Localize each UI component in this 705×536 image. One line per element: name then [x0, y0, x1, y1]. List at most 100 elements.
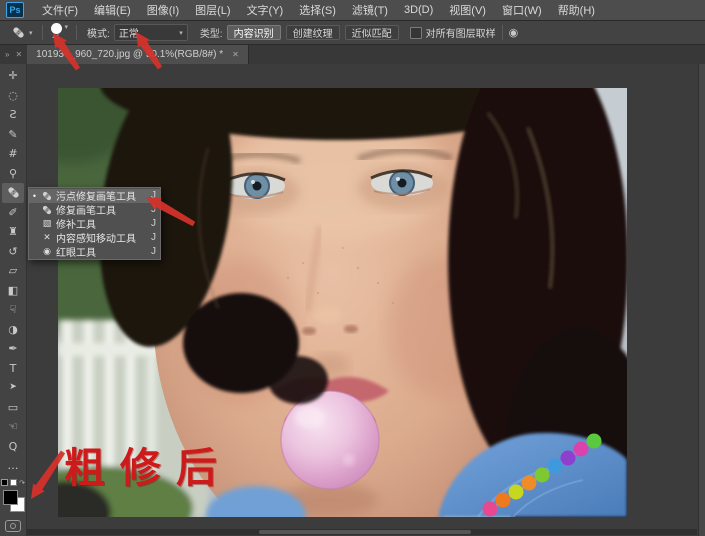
more-icon: …: [7, 459, 19, 473]
divider: [41, 25, 43, 40]
menu-bar: Ps 文件(F) 编辑(E) 图像(I) 图层(L) 文字(Y) 选择(S) 滤…: [0, 0, 705, 21]
eyedropper-tool[interactable]: ⚲: [2, 164, 24, 184]
history-brush-icon: ↺: [8, 244, 18, 258]
quick-mask-button[interactable]: [5, 519, 21, 532]
edit-toolbar-button[interactable]: …: [2, 456, 24, 476]
type-create-texture-button[interactable]: 创建纹理: [285, 25, 340, 40]
smudge-icon: ☟: [9, 303, 17, 317]
flyout-item-healing-brush[interactable]: 修复画笔工具 J: [29, 203, 160, 217]
path-selection-tool[interactable]: ➤: [2, 378, 24, 398]
smudge-tool[interactable]: ☟: [2, 300, 24, 320]
menu-file[interactable]: 文件(F): [34, 2, 86, 18]
move-tool[interactable]: ✛: [2, 66, 24, 86]
pen-pressure-icon[interactable]: ◉: [509, 26, 519, 39]
lasso-tool[interactable]: Ƨ: [2, 105, 24, 125]
mode-select[interactable]: 正常 ▾: [113, 24, 188, 41]
options-bar: ▾ 41 ▾ 模式: 正常 ▾ 类型: 内容识别 创建纹理 近似匹配 对所有图层…: [0, 21, 705, 45]
menu-help[interactable]: 帮助(H): [550, 2, 603, 18]
foreground-color-swatch[interactable]: [3, 489, 18, 505]
spot-healing-brush-icon: [12, 26, 25, 39]
menu-filter[interactable]: 滤镜(T): [344, 2, 396, 18]
brush-tool[interactable]: ✐: [2, 203, 24, 223]
eraser-tool[interactable]: ▱: [2, 261, 24, 281]
move-icon: ✛: [8, 69, 18, 83]
type-proximity-match-button[interactable]: 近似匹配: [344, 25, 399, 40]
bandaid-icon: [40, 190, 54, 202]
chevron-down-icon: ▾: [179, 29, 183, 37]
bandaid-icon: [40, 204, 54, 216]
menu-layer[interactable]: 图层(L): [187, 2, 238, 18]
right-eye: [370, 169, 433, 196]
shortcut-key: J: [151, 245, 156, 257]
tools-panel: ✛ ◌ Ƨ ✎ # ⚲ ✐ ♜ ↺ ▱ ◧ ☟ ◑ ✒ T ➤ ▭ ☜ Q … …: [0, 64, 27, 536]
menu-select[interactable]: 选择(S): [291, 2, 344, 18]
shape-tool[interactable]: ▭: [2, 398, 24, 418]
swap-colors-icon[interactable]: ↷: [19, 479, 25, 487]
tool-preset-button[interactable]: ▾: [8, 24, 36, 41]
flyout-item-content-aware-move[interactable]: ✕ 内容感知移动工具 J: [29, 230, 160, 245]
chevron-down-icon: ▾: [64, 24, 69, 32]
menu-view[interactable]: 视图(V): [441, 2, 494, 18]
hand-tool[interactable]: ☜: [2, 417, 24, 437]
flyout-item-label: 污点修复画笔工具: [56, 192, 136, 204]
close-icon[interactable]: ✕: [15, 50, 22, 59]
panel-chevrons-icon[interactable]: »: [5, 50, 9, 59]
tab-close-icon[interactable]: ✕: [232, 50, 239, 59]
quick-selection-tool[interactable]: ✎: [2, 125, 24, 145]
flyout-item-patch-tool[interactable]: ▧ 修补工具 J: [29, 217, 160, 231]
horizontal-scrollbar[interactable]: [27, 529, 697, 535]
type-tool[interactable]: T: [2, 359, 24, 379]
shortcut-key: J: [151, 231, 156, 243]
brush-preview-icon: [50, 23, 62, 35]
menu-type[interactable]: 文字(Y): [239, 2, 292, 18]
gradient-icon: ◧: [7, 283, 19, 297]
scrollbar-thumb[interactable]: [259, 530, 471, 534]
pen-tool[interactable]: ✒: [2, 339, 24, 359]
type-content-aware-button[interactable]: 内容识别: [226, 25, 281, 40]
annotation-stamp-text: 粗修后: [64, 445, 232, 491]
default-colors-icon[interactable]: [1, 479, 9, 486]
quick-selection-icon: ✎: [8, 127, 18, 141]
shortcut-key: J: [151, 190, 156, 202]
dodge-tool[interactable]: ◑: [2, 320, 24, 340]
clone-stamp-tool[interactable]: ♜: [2, 222, 24, 242]
document-tab[interactable]: 101936_960_720.jpg @ 50.1%(RGB/8#) * ✕: [27, 45, 249, 64]
sample-all-layers-label: 对所有图层取样: [425, 29, 496, 40]
crop-tool[interactable]: #: [2, 144, 24, 164]
hand-icon: ☜: [8, 420, 18, 434]
dodge-icon: ◑: [8, 322, 18, 336]
sample-all-layers-checkbox[interactable]: 对所有图层取样: [409, 25, 496, 40]
document-tab-title: 101936_960_720.jpg @ 50.1%(RGB/8#) *: [36, 49, 224, 60]
path-selection-icon: ➤: [9, 382, 17, 393]
brush-size-picker[interactable]: 41 ▾: [49, 23, 71, 42]
content-aware-move-icon: ✕: [43, 231, 51, 242]
lasso-icon: Ƨ: [9, 108, 17, 122]
mode-label: 模式:: [87, 29, 110, 40]
flyout-item-label: 内容感知移动工具: [56, 233, 136, 245]
flyout-item-spot-healing-brush[interactable]: • 污点修复画笔工具 J: [29, 189, 160, 203]
divider: [76, 25, 78, 40]
gradient-tool[interactable]: ◧: [2, 281, 24, 301]
menu-3d[interactable]: 3D(D): [396, 4, 441, 16]
menu-window[interactable]: 窗口(W): [494, 2, 550, 18]
bubble: [280, 390, 380, 490]
selected-bullet-icon: •: [32, 190, 37, 201]
default-colors-icon[interactable]: [10, 479, 18, 486]
eraser-icon: ▱: [8, 264, 18, 278]
brush-size-value: 41: [52, 34, 60, 42]
photoshop-logo[interactable]: Ps: [6, 2, 24, 18]
history-brush-tool[interactable]: ↺: [2, 242, 24, 262]
crop-icon: #: [8, 147, 18, 161]
healing-tools-flyout-menu: • 污点修复画笔工具 J 修复画笔工具 J ▧ 修补工具 J ✕ 内容感知移动工…: [28, 187, 161, 260]
clone-stamp-icon: ♜: [8, 225, 18, 239]
menu-edit[interactable]: 编辑(E): [86, 2, 139, 18]
panel-dock-strip[interactable]: [698, 64, 705, 536]
menu-image[interactable]: 图像(I): [139, 2, 187, 18]
marquee-tool[interactable]: ◌: [2, 86, 24, 106]
flyout-item-red-eye-tool[interactable]: ◉ 红眼工具 J: [29, 244, 160, 259]
patch-icon: ▧: [42, 217, 52, 228]
spot-healing-brush-tool[interactable]: [2, 183, 24, 203]
zoom-tool[interactable]: Q: [2, 437, 24, 457]
chevron-down-icon: ▾: [29, 29, 33, 37]
flyout-item-label: 修复画笔工具: [56, 206, 116, 218]
